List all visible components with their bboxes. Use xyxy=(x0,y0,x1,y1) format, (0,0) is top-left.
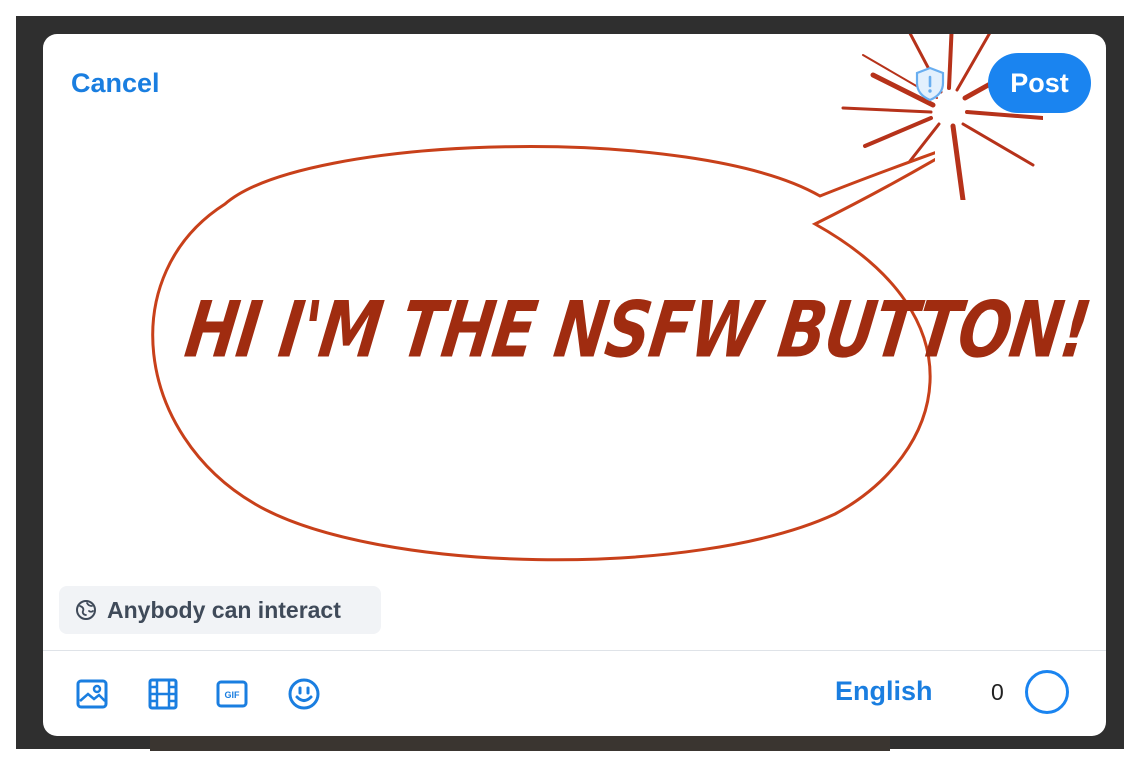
character-limit-ring xyxy=(1025,670,1069,714)
post-button[interactable]: Post xyxy=(988,53,1091,113)
svg-text:GIF: GIF xyxy=(225,690,241,700)
background-artwork xyxy=(150,735,890,751)
gif-icon[interactable]: GIF xyxy=(215,677,249,711)
toolbar-divider xyxy=(43,650,1106,651)
cancel-button[interactable]: Cancel xyxy=(71,68,160,99)
interaction-settings-button[interactable]: Anybody can interact xyxy=(59,586,381,634)
image-icon[interactable] xyxy=(75,677,109,711)
interaction-setting-label: Anybody can interact xyxy=(107,596,341,623)
content-warning-button[interactable] xyxy=(914,66,946,102)
video-icon[interactable] xyxy=(146,677,180,711)
globe-icon xyxy=(76,600,96,620)
language-selector[interactable]: English xyxy=(835,676,933,707)
character-count: 0 xyxy=(991,679,1004,705)
compose-modal: Cancel Post HI I'M THE NSFW BUTTON! Anyb… xyxy=(43,34,1106,736)
callout-text: HI I'M THE NSFW BUTTON! xyxy=(180,284,1096,376)
emoji-icon[interactable] xyxy=(287,677,321,711)
